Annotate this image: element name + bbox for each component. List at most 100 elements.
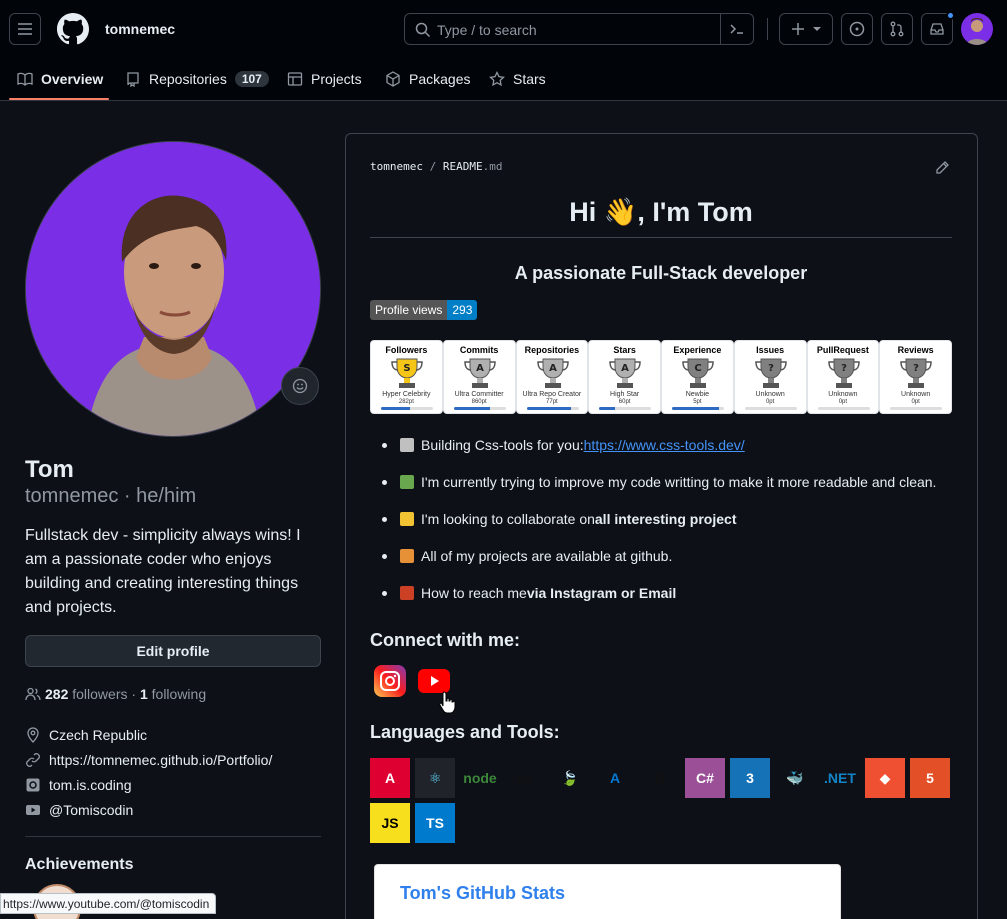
trophy-progress-bar — [453, 407, 506, 410]
location-text: Czech Republic — [49, 727, 148, 743]
set-status-button[interactable] — [281, 367, 319, 405]
following-label: following — [151, 686, 207, 702]
repo-icon — [127, 72, 139, 87]
trophy-title: PullRequest — [816, 345, 869, 355]
trophy-points: 77pt — [546, 399, 558, 405]
header-username[interactable]: tomnemec — [105, 21, 175, 37]
vcard-website[interactable]: https://tomnemec.github.io/Portfolio/ — [25, 752, 272, 768]
pull-requests-button[interactable] — [881, 13, 913, 45]
bullet-emoji-icon — [400, 549, 414, 563]
readme-file-ext: .md — [482, 160, 503, 173]
instagram-link[interactable]: tom.is.coding — [49, 777, 131, 793]
trophy-stars: Stars A High Star 60pt — [588, 340, 661, 414]
edit-profile-button[interactable]: Edit profile — [25, 635, 321, 667]
trophy-rank: Unknown — [828, 391, 858, 398]
svg-text:A: A — [549, 363, 557, 374]
git-icon[interactable]: ◆ — [865, 758, 905, 798]
trophy-progress-bar — [672, 407, 724, 410]
trophy-rank: Hyper Celebrity — [382, 391, 431, 398]
bullet-link[interactable]: https://www.css-tools.dev/ — [584, 437, 745, 453]
react-icon[interactable]: ⚛ — [415, 758, 455, 798]
inbox-icon — [930, 23, 944, 35]
readme-bullet-item: How to reach me via Instagram or Email — [382, 585, 676, 601]
tab-repositories-label: Repositories — [149, 71, 227, 87]
trophy-title: Repositories — [524, 345, 580, 355]
profile-name: Tom — [25, 456, 74, 483]
menu-button[interactable] — [9, 13, 41, 45]
bullet-dot — [382, 516, 387, 522]
vcard-instagram[interactable]: tom.is.coding — [25, 777, 131, 793]
create-new-button[interactable] — [779, 13, 833, 45]
github-logo[interactable] — [57, 13, 90, 48]
vcard-youtube[interactable]: @Tomiscodin — [25, 802, 133, 818]
css3-icon[interactable]: 3 — [730, 758, 770, 798]
trophy-points: 5pt — [693, 399, 702, 405]
follow-separator: · — [131, 686, 137, 702]
tab-packages[interactable]: Packages — [385, 58, 470, 100]
website-link[interactable]: https://tomnemec.github.io/Portfolio/ — [49, 752, 272, 768]
tab-projects[interactable]: Projects — [287, 58, 362, 100]
docker-icon[interactable]: 🐳 — [775, 758, 815, 798]
search-icon — [415, 22, 431, 38]
bullet-dot — [382, 442, 387, 448]
trophy-cup-icon: ? — [900, 358, 933, 388]
followers-link[interactable]: 282 followers — [45, 686, 128, 702]
trophy-points: 860pt — [471, 399, 487, 405]
trophy-title: Commits — [459, 345, 499, 355]
trophy-title: Followers — [385, 345, 428, 355]
tab-repositories[interactable]: Repositories 107 — [125, 58, 269, 100]
csharp-icon[interactable]: C# — [685, 758, 725, 798]
following-count: 1 — [139, 686, 148, 702]
bullet-text: All of my projects are available at gith… — [421, 548, 673, 564]
user-avatar-menu[interactable] — [961, 13, 993, 45]
command-palette-button[interactable] — [720, 14, 753, 44]
trophy-row[interactable]: Followers S Hyper Celebrity 282pt Commits A Ul… — [370, 340, 952, 414]
search-input[interactable]: Type / to search — [404, 13, 754, 45]
hamburger-icon — [18, 23, 32, 35]
connect-instagram-link[interactable] — [374, 665, 406, 697]
trophy-cup-icon: A — [536, 358, 569, 388]
readme-owner-link[interactable]: tomnemec — [370, 160, 423, 173]
nodejs-icon[interactable]: node — [460, 758, 500, 798]
bullet-emoji-icon — [400, 475, 414, 489]
following-link[interactable]: 1 following — [140, 686, 206, 702]
angular-icon[interactable]: A — [370, 758, 410, 798]
hand-cursor-icon — [439, 691, 456, 714]
trophy-repositories: Repositories A Ultra Repo Creator 77pt — [515, 340, 589, 414]
bullet-emoji-icon — [400, 438, 414, 452]
readme-bullet-item: I'm looking to collaborate on all intere… — [382, 511, 736, 527]
azure-icon[interactable]: A — [595, 758, 635, 798]
inbox-button[interactable] — [921, 11, 955, 45]
repositories-count-badge: 107 — [234, 71, 269, 87]
connect-heading: Connect with me: — [370, 630, 521, 650]
achievements-heading[interactable]: Achievements — [25, 856, 134, 874]
youtube-link[interactable]: @Tomiscodin — [49, 802, 133, 818]
tab-stars[interactable]: Stars — [489, 58, 546, 100]
trophy-reviews: Reviews? Unknown 0pt — [879, 340, 952, 414]
trophy-commits: Commits A Ultra Committer 860pt — [442, 340, 516, 414]
mongodb-icon[interactable]: 🍃 — [550, 758, 590, 798]
html5-icon[interactable]: 5 — [910, 758, 950, 798]
octocat-icon — [57, 13, 90, 45]
profile-views-count: 293 — [447, 300, 478, 320]
readme-bullet-item: All of my projects are available at gith… — [382, 548, 672, 564]
javascript-icon[interactable]: JS — [370, 803, 410, 843]
follow-stats: 282 followers · 1 following — [25, 686, 206, 702]
github-stats-title: Tom's GitHub Stats — [400, 883, 565, 903]
bullet-emoji-icon — [400, 586, 414, 600]
issues-button[interactable] — [841, 13, 873, 45]
profile-avatar[interactable] — [25, 141, 321, 437]
bootstrap-icon[interactable]: B — [640, 758, 680, 798]
typescript-icon[interactable]: TS — [415, 803, 455, 843]
bullet-dot — [382, 479, 387, 485]
dotnet-icon[interactable]: .NET — [820, 758, 860, 798]
youtube-icon — [26, 805, 40, 815]
profile-photo — [26, 142, 320, 436]
edit-readme-button[interactable] — [934, 160, 950, 179]
express-icon[interactable]: ex — [505, 758, 545, 798]
trophy-progress-bar — [599, 407, 652, 410]
tab-projects-label: Projects — [311, 71, 362, 87]
readme-bullet-item: Building Css-tools for you: https://www.… — [382, 437, 745, 453]
tab-overview-label: Overview — [41, 71, 104, 87]
tab-overview[interactable]: Overview — [17, 58, 103, 100]
